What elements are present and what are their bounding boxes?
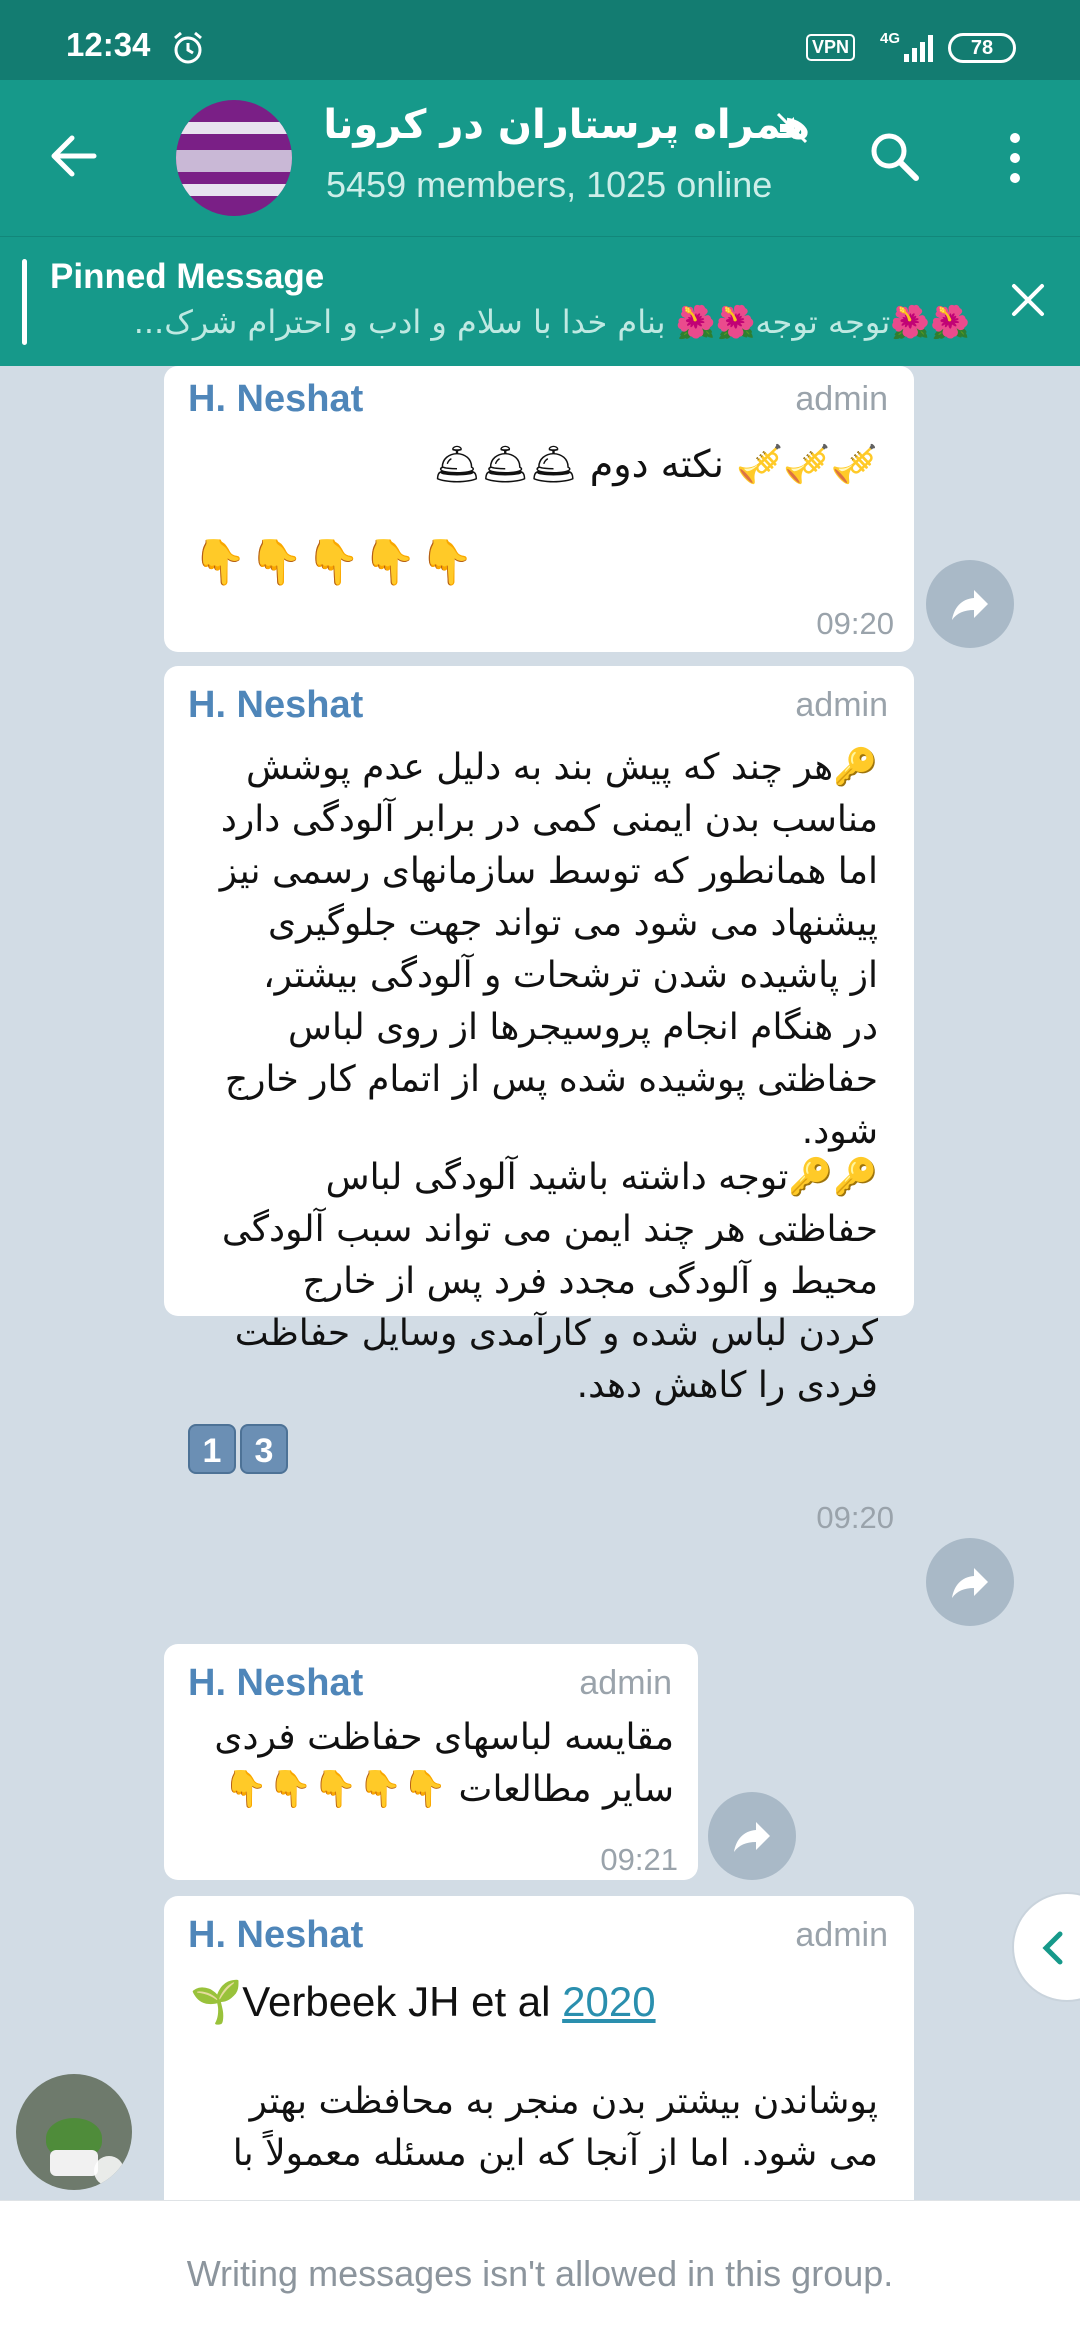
group-member-count: 5459 members, 1025 online: [326, 164, 773, 205]
close-icon[interactable]: [1008, 280, 1048, 320]
pinned-indicator: [22, 259, 27, 345]
message-role: admin: [795, 1916, 888, 1954]
pinned-message-bar[interactable]: Pinned Message 🌺🌺توجه توجه🌺🌺 بنام خدا با…: [0, 236, 1080, 366]
message-bubble[interactable]: H. Neshat admin 🔑هر چند که پیش بند به دل…: [164, 666, 914, 1535]
footer-notice: Writing messages isn't allowed in this g…: [186, 2253, 894, 2294]
battery-indicator: 78: [948, 33, 1016, 63]
message-paragraph: 🔑هر چند که پیش بند به دلیل عدم پوشش مناس…: [219, 747, 878, 1152]
message-paragraph: 🔑🔑توجه داشته باشید آلودگی لباس حفاظتی هر…: [221, 1157, 878, 1406]
share-icon: [952, 590, 988, 620]
share-icon: [734, 1822, 770, 1852]
chat-header: همراه پرستاران در کرونا 5459 members, 10…: [0, 80, 1080, 236]
message-sender[interactable]: H. Neshat: [188, 684, 363, 727]
message-time: 09:20: [816, 1500, 894, 1535]
message-role: admin: [795, 686, 888, 724]
group-title[interactable]: همراه پرستاران در کرونا: [323, 102, 810, 148]
number-emoji: 3: [240, 1424, 288, 1474]
message-time: 09:20: [816, 606, 894, 641]
message-sender[interactable]: H. Neshat: [188, 1914, 363, 1957]
message-title-text: 🌱Verbeek JH et al: [190, 1978, 563, 2025]
message-sender[interactable]: H. Neshat: [188, 378, 363, 421]
signal-icon: [904, 35, 933, 62]
status-bar: 12:34 VPN 4G 78: [0, 0, 1080, 80]
more-options-icon[interactable]: [1000, 128, 1030, 188]
chat-area[interactable]: H. Neshat admin 🎺🎺🎺 نکته دوم 🛎🛎🛎 👇👇👇👇👇 0…: [0, 366, 1080, 2200]
pinned-text: 🌺🌺توجه توجه🌺🌺 بنام خدا با سلام و ادب و ا…: [133, 303, 970, 341]
share-button[interactable]: [926, 560, 1014, 648]
message-bubble[interactable]: H. Neshat admin مقایسه لباسهای حفاظت فرد…: [164, 1644, 698, 1880]
network-type: 4G: [880, 30, 901, 47]
number-emoji: 1: [188, 1424, 236, 1474]
message-sender[interactable]: H. Neshat: [188, 1662, 363, 1705]
message-role: admin: [579, 1664, 672, 1702]
message-bubble[interactable]: H. Neshat admin 🎺🎺🎺 نکته دوم 🛎🛎🛎 👇👇👇👇👇 0…: [164, 366, 914, 652]
alarm-icon: [174, 31, 202, 64]
message-link[interactable]: 2020: [562, 1978, 655, 2025]
share-icon: [952, 1568, 988, 1598]
chevron-left-icon: [1042, 1931, 1063, 1965]
search-icon[interactable]: [866, 128, 922, 184]
input-disabled-footer: Writing messages isn't allowed in this g…: [0, 2200, 1080, 2340]
message-text: 🎺🎺🎺 نکته دوم 🛎🛎🛎: [432, 442, 878, 486]
message-text: مقایسه لباسهای حفاظت فردی سایر مطالعات 👇…: [214, 1717, 674, 1810]
message-time: 09:21: [600, 1842, 678, 1877]
sender-avatar[interactable]: [16, 2074, 132, 2190]
message-bubble[interactable]: H. Neshat admin 🌱Verbeek JH et al 2020 پ…: [164, 1896, 914, 2200]
number-emojis: 13: [188, 1424, 292, 1474]
status-time: 12:34: [66, 26, 151, 63]
message-role: admin: [795, 380, 888, 418]
message-title: 🌱Verbeek JH et al 2020: [190, 1978, 656, 2027]
message-text: پوشاندن بیشتر بدن منجر به محافظت بهتر می…: [232, 2081, 878, 2174]
vpn-badge: VPN: [806, 34, 856, 61]
message-emojis: 👇👇👇👇👇: [192, 537, 476, 588]
pinned-title: Pinned Message: [50, 257, 325, 296]
share-button[interactable]: [708, 1792, 796, 1880]
back-arrow-icon[interactable]: [46, 128, 102, 184]
group-avatar[interactable]: [176, 100, 292, 216]
share-button[interactable]: [926, 1538, 1014, 1626]
